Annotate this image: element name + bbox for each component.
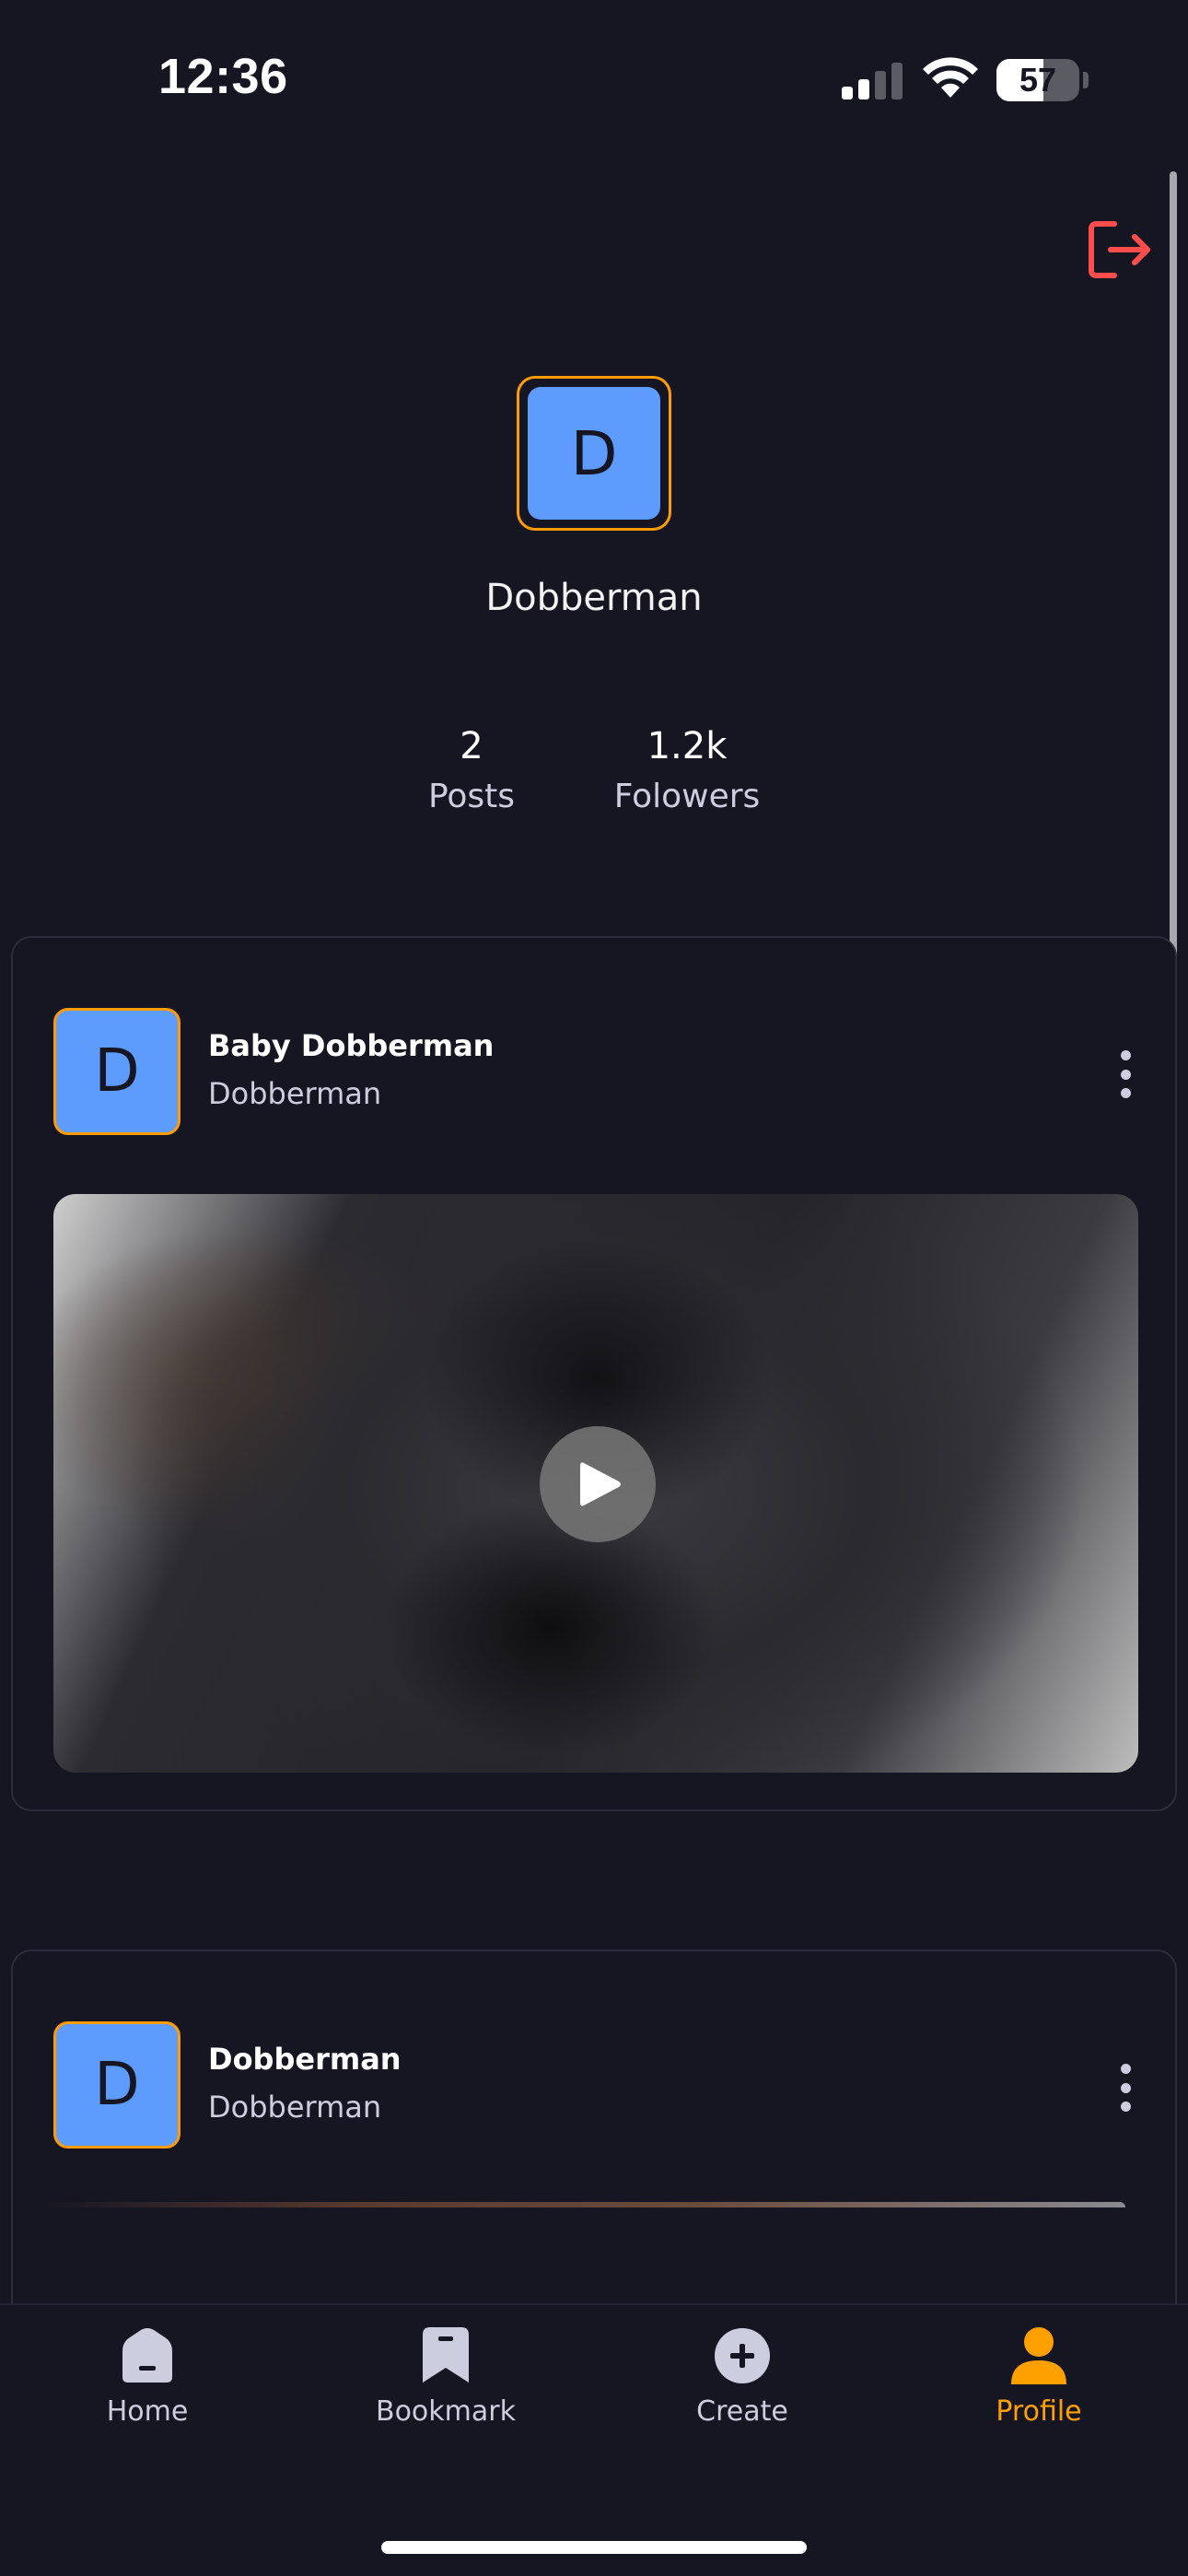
cellular-signal-icon bbox=[842, 63, 903, 100]
video-title: Baby Dobberman bbox=[208, 1028, 495, 1063]
home-indicator[interactable] bbox=[381, 2541, 807, 2554]
profile-icon bbox=[1011, 2327, 1066, 2384]
profile-avatar-initial: D bbox=[528, 387, 660, 520]
battery-cap bbox=[1083, 72, 1089, 88]
wifi-icon bbox=[923, 57, 978, 98]
profile-screen: 12:36 57 D Dobberman 2 Posts 1.2k Folowe… bbox=[0, 0, 1188, 2576]
posts-stat: 2 Posts bbox=[361, 720, 582, 822]
posts-label: Posts bbox=[427, 778, 516, 815]
creator-name: Dobberman bbox=[208, 2090, 382, 2125]
video-title: Dobberman bbox=[208, 2042, 402, 2077]
more-options-icon[interactable] bbox=[1107, 2060, 1144, 2115]
bottom-tab-bar: Home Bookmark Create Profile bbox=[0, 2303, 1188, 2576]
followers-stat: 1.2k Folowers bbox=[577, 720, 798, 822]
creator-name: Dobberman bbox=[208, 1076, 382, 1111]
profile-avatar: D bbox=[517, 376, 671, 531]
creator-avatar[interactable]: D bbox=[53, 2021, 181, 2149]
plus-icon bbox=[715, 2328, 770, 2383]
battery-level: 57 bbox=[1019, 61, 1057, 99]
tab-bookmark-label: Bookmark bbox=[376, 2395, 516, 2428]
video-thumbnail[interactable] bbox=[53, 1194, 1138, 1773]
logout-icon[interactable] bbox=[1087, 219, 1153, 280]
tab-home-label: Home bbox=[106, 2395, 189, 2428]
posts-count: 2 bbox=[460, 725, 483, 767]
tab-profile[interactable]: Profile bbox=[928, 2324, 1149, 2428]
profile-name: Dobberman bbox=[485, 577, 703, 619]
video-card[interactable]: D Baby Dobberman Dobberman bbox=[11, 936, 1177, 1811]
video-thumbnail-edge bbox=[41, 2202, 1125, 2207]
home-icon bbox=[122, 2328, 172, 2383]
tab-home[interactable]: Home bbox=[37, 2324, 258, 2428]
followers-label: Folowers bbox=[613, 778, 761, 815]
creator-avatar[interactable]: D bbox=[53, 1008, 181, 1135]
tab-profile-label: Profile bbox=[996, 2395, 1082, 2428]
tab-bookmark[interactable]: Bookmark bbox=[335, 2324, 556, 2428]
play-icon[interactable] bbox=[540, 1426, 656, 1542]
tab-create-label: Create bbox=[696, 2395, 788, 2428]
followers-count: 1.2k bbox=[646, 725, 728, 767]
tab-create[interactable]: Create bbox=[632, 2324, 853, 2428]
status-time: 12:36 bbox=[158, 49, 288, 104]
bookmark-icon bbox=[423, 2327, 469, 2383]
more-options-icon[interactable] bbox=[1107, 1047, 1144, 1102]
battery-indicator: 57 bbox=[996, 59, 1079, 101]
